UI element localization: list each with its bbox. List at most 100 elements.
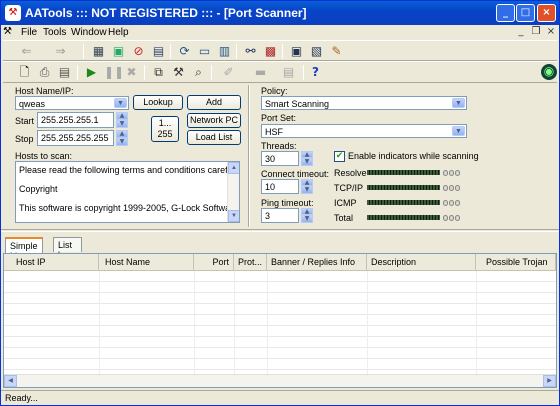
print-preview-icon[interactable]: ▤ (57, 65, 72, 80)
stop-ip-field[interactable]: 255.255.255.255 (37, 130, 114, 146)
icmp-leds (443, 199, 465, 206)
run-icon[interactable]: ▶ (84, 65, 99, 80)
mdi-child-icon[interactable]: ⚒ (3, 26, 12, 37)
tcpip-indicator (367, 185, 440, 190)
range-button[interactable]: 1... 255 (151, 116, 179, 142)
whois-icon[interactable]: ▩ (263, 44, 278, 59)
dns-icon[interactable]: ▣ (289, 44, 304, 59)
process-icon[interactable]: ▥ (217, 44, 232, 59)
menu-help[interactable]: Help (108, 27, 129, 38)
tab-simple-list[interactable]: Simple List (5, 237, 43, 261)
new-icon[interactable]: 🗋 (17, 65, 32, 80)
stop-label: Stop (15, 134, 34, 144)
connect-timeout-field[interactable]: 10 (261, 179, 299, 194)
resolve-leds (443, 169, 465, 176)
hosts-to-scan-textarea[interactable]: Please read the following terms and cond… (15, 161, 240, 223)
menu-bar: ⚒ File Tools Window Help _ ❐ × (1, 25, 559, 41)
block-icon[interactable]: ⊘ (131, 44, 146, 59)
menu-tools[interactable]: Tools (43, 27, 66, 38)
panel-divider (248, 85, 250, 227)
connect-timeout-label: Connect timeout: (261, 169, 330, 179)
column-host-ip[interactable]: Host IP (4, 254, 99, 270)
start-label: Start (15, 116, 35, 126)
host-name-label: Host Name/IP: (15, 86, 74, 96)
scroll-left-icon[interactable]: ◀ (4, 375, 17, 387)
ping-timeout-field[interactable]: 3 (261, 208, 299, 223)
connect-timeout-stepper[interactable]: ▲ ▼ (301, 179, 313, 194)
chevron-down-icon[interactable]: ▼ (452, 98, 465, 108)
status-text: Ready... (5, 393, 38, 403)
save-icon[interactable]: ▬ (253, 65, 268, 80)
hosts-scrollbar[interactable]: ▲ ▼ (227, 162, 239, 222)
column-possible-trojan[interactable]: Possible Trojan (476, 254, 556, 270)
hosts-icon[interactable]: ▣ (111, 44, 126, 59)
edit-icon[interactable]: ✎ (329, 44, 344, 59)
mdi-minimize-icon[interactable]: _ (514, 26, 528, 39)
maximize-button[interactable]: □ (516, 4, 535, 22)
column-port[interactable]: Port (194, 254, 234, 270)
forward-icon[interactable]: ⇒ (53, 44, 68, 59)
clear-icon[interactable]: ✐ (221, 65, 236, 80)
host-name-combo[interactable]: qweas ▼ (15, 96, 129, 110)
app-icon: ⚒ (5, 5, 21, 21)
proxy-icon[interactable]: ▤ (151, 44, 166, 59)
splitter[interactable] (1, 229, 559, 232)
export-icon[interactable]: ▤ (281, 65, 296, 80)
scroll-right-icon[interactable]: ▶ (543, 375, 556, 387)
hosts-text-line: This software is copyright 1999-2005, G-… (19, 203, 240, 213)
network-card-icon[interactable]: ▦ (91, 44, 106, 59)
menu-file[interactable]: File (21, 27, 37, 38)
enable-indicators-checkbox[interactable]: ✔ (334, 151, 345, 162)
start-ip-field[interactable]: 255.255.255.1 (37, 112, 114, 128)
threads-field[interactable]: 30 (261, 151, 299, 166)
minimize-button[interactable]: _ (496, 4, 515, 22)
range-end-label: 255 (157, 129, 173, 139)
monitor-icon[interactable]: ▭ (197, 44, 212, 59)
title-bar[interactable]: ⚒ AATools ::: NOT REGISTERED ::: - [Port… (1, 1, 559, 25)
trace-icon[interactable]: ⟳ (177, 44, 192, 59)
table-horizontal-scrollbar[interactable]: ◀ ▶ (4, 374, 556, 387)
enable-indicators-label: Enable indicators while scanning (348, 151, 479, 161)
mdi-close-icon[interactable]: × (544, 26, 558, 39)
mdi-restore-icon[interactable]: ❐ (529, 26, 543, 39)
column-description[interactable]: Description (367, 254, 476, 270)
network-pc-button[interactable]: Network PC (187, 113, 241, 128)
scroll-up-icon[interactable]: ▲ (228, 162, 239, 174)
results-table: Host IP Host Name Port Prot... Banner / … (3, 253, 557, 388)
resolve-label: Resolve (334, 168, 367, 178)
start-ip-stepper[interactable]: ▲ ▼ (116, 112, 128, 128)
column-protocol[interactable]: Prot... (234, 254, 267, 270)
ports-icon[interactable]: ⚯ (243, 44, 258, 59)
stop-ip-stepper[interactable]: ▲ ▼ (116, 130, 128, 146)
copy-icon[interactable]: ⧉ (151, 65, 166, 80)
help-icon[interactable]: ? (308, 65, 323, 80)
tab-list-by-host[interactable]: List by Host (53, 237, 82, 270)
chevron-down-icon[interactable]: ▼ (114, 98, 127, 108)
column-host-name[interactable]: Host Name (99, 254, 194, 270)
status-bar: Ready... (1, 390, 559, 405)
port-set-select[interactable]: HSF ▼ (261, 124, 467, 138)
find-icon[interactable]: ⌕ (191, 65, 206, 80)
total-leds (443, 214, 465, 221)
scroll-down-icon[interactable]: ▼ (228, 210, 239, 222)
ping-timeout-stepper[interactable]: ▲ ▼ (301, 208, 313, 223)
tools-icon[interactable]: ⚒ (171, 65, 186, 80)
stop-icon[interactable]: ✖ (124, 65, 139, 80)
toolbar-navigation: ⇐ ⇒ ▦ ▣ ⊘ ▤ ⟳ ▭ ▥ ⚯ ▩ ▣ ▧ ✎ (3, 40, 557, 61)
chevron-down-icon[interactable]: ▼ (452, 126, 465, 136)
add-button[interactable]: Add (187, 95, 241, 110)
column-banner[interactable]: Banner / Replies Info (267, 254, 367, 270)
pause-icon[interactable]: ❚❚ (104, 65, 124, 80)
load-list-button[interactable]: Load List (187, 130, 241, 145)
threads-stepper[interactable]: ▲ ▼ (301, 151, 313, 166)
menu-window[interactable]: Window (71, 27, 107, 38)
search-host-icon[interactable]: ▧ (309, 44, 324, 59)
print-icon[interactable]: ⎙ (37, 65, 52, 80)
lookup-button[interactable]: Lookup (133, 95, 183, 110)
close-button[interactable]: × (537, 4, 556, 22)
icmp-indicator (367, 200, 440, 205)
policy-select[interactable]: Smart Scanning ▼ (261, 96, 467, 110)
back-icon[interactable]: ⇐ (19, 44, 34, 59)
icmp-label: ICMP (334, 198, 357, 208)
table-body[interactable] (4, 271, 556, 375)
